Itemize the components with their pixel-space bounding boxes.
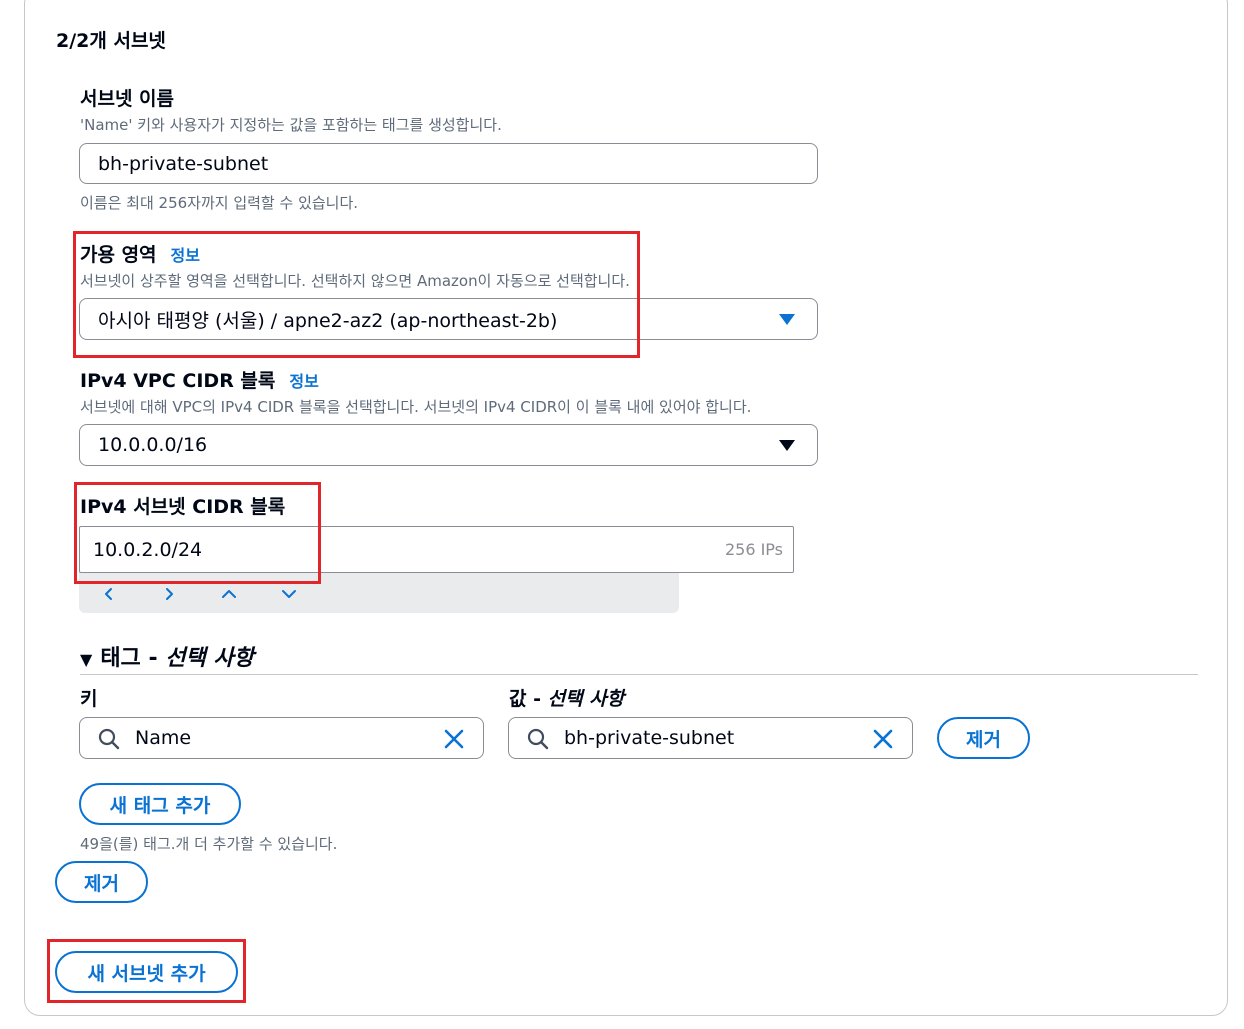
chevron-up-icon[interactable] [217,582,241,606]
subnet-name-label: 서브넷 이름 [80,88,175,110]
cidr-stepper-bar [79,572,679,613]
vpc-cidr-description: 서브넷에 대해 VPC의 IPv4 CIDR 블록을 선택합니다. 서브넷의 I… [80,398,752,416]
vpc-cidr-select[interactable]: 10.0.0.0/16 [79,424,818,466]
availability-zone-selected: 아시아 태평양 (서울) / apne2-az2 (ap-northeast-2… [98,309,558,332]
availability-zone-label-text: 가용 영역 [80,244,157,266]
subnet-name-input[interactable]: bh-private-subnet [79,143,818,184]
add-tag-button[interactable]: 새 태그 추가 [79,783,241,825]
add-subnet-button[interactable]: 새 서브넷 추가 [55,951,238,993]
tags-section-toggle[interactable]: ▼ 태그 - 선택 사항 [80,640,254,672]
caret-down-icon [779,314,795,325]
caret-down-filled-icon: ▼ [80,650,93,669]
availability-zone-label: 가용 영역 정보 [80,240,200,267]
tag-value-input[interactable]: bh-private-subnet [508,717,913,759]
vpc-cidr-label: IPv4 VPC CIDR 블록 정보 [80,366,319,393]
tag-value-label-main: 값 - [509,688,548,710]
search-icon [527,728,549,755]
chevron-right-icon[interactable] [157,582,181,606]
chevron-left-icon[interactable] [97,582,121,606]
remove-tag-button[interactable]: 제거 [937,717,1030,759]
availability-zone-select[interactable]: 아시아 태평양 (서울) / apne2-az2 (ap-northeast-2… [79,298,818,340]
tag-key-label: 키 [80,688,98,710]
page: 2/2개 서브넷 서브넷 이름 'Name' 키와 사용자가 지정하는 값을 포… [0,0,1244,1029]
subnet-name-description: 'Name' 키와 사용자가 지정하는 값을 포함하는 태그를 생성합니다. [80,116,502,134]
tag-key-value: Name [135,727,192,749]
search-icon [98,728,120,755]
tags-divider [80,674,1198,675]
ip-count: 256 IPs [724,540,783,559]
caret-down-icon [779,440,795,451]
availability-zone-info-link[interactable]: 정보 [171,246,200,265]
tag-value-label: 값 - 선택 사항 [509,684,624,711]
vpc-cidr-label-text: IPv4 VPC CIDR 블록 [80,370,276,392]
section-heading: 2/2개 서브넷 [56,30,166,52]
tag-value-label-optional: 선택 사항 [547,688,625,710]
clear-icon[interactable] [872,728,894,755]
vpc-cidr-info-link[interactable]: 정보 [289,372,318,391]
clear-icon[interactable] [443,728,465,755]
chevron-down-icon[interactable] [277,582,301,606]
subnet-name-constraint: 이름은 최대 256자까지 입력할 수 있습니다. [80,194,359,212]
remove-subnet-button[interactable]: 제거 [55,861,148,903]
subnet-cidr-label: IPv4 서브넷 CIDR 블록 [80,496,286,518]
subnet-name-value: bh-private-subnet [98,152,269,175]
tags-remaining-note: 49을(를) 태그.개 더 추가할 수 있습니다. [80,835,338,853]
subnet-cidr-value: 10.0.2.0/24 [93,538,203,561]
tags-heading-main: 태그 - [100,646,166,671]
subnet-cidr-input[interactable]: 10.0.2.0/24 256 IPs [79,526,794,573]
tag-value-value: bh-private-subnet [564,727,735,749]
tags-heading-optional: 선택 사항 [165,646,254,671]
vpc-cidr-selected: 10.0.0.0/16 [98,434,208,456]
tag-key-input[interactable]: Name [79,717,484,759]
availability-zone-description: 서브넷이 상주할 영역을 선택합니다. 선택하지 않으면 Amazon이 자동으… [80,272,630,290]
